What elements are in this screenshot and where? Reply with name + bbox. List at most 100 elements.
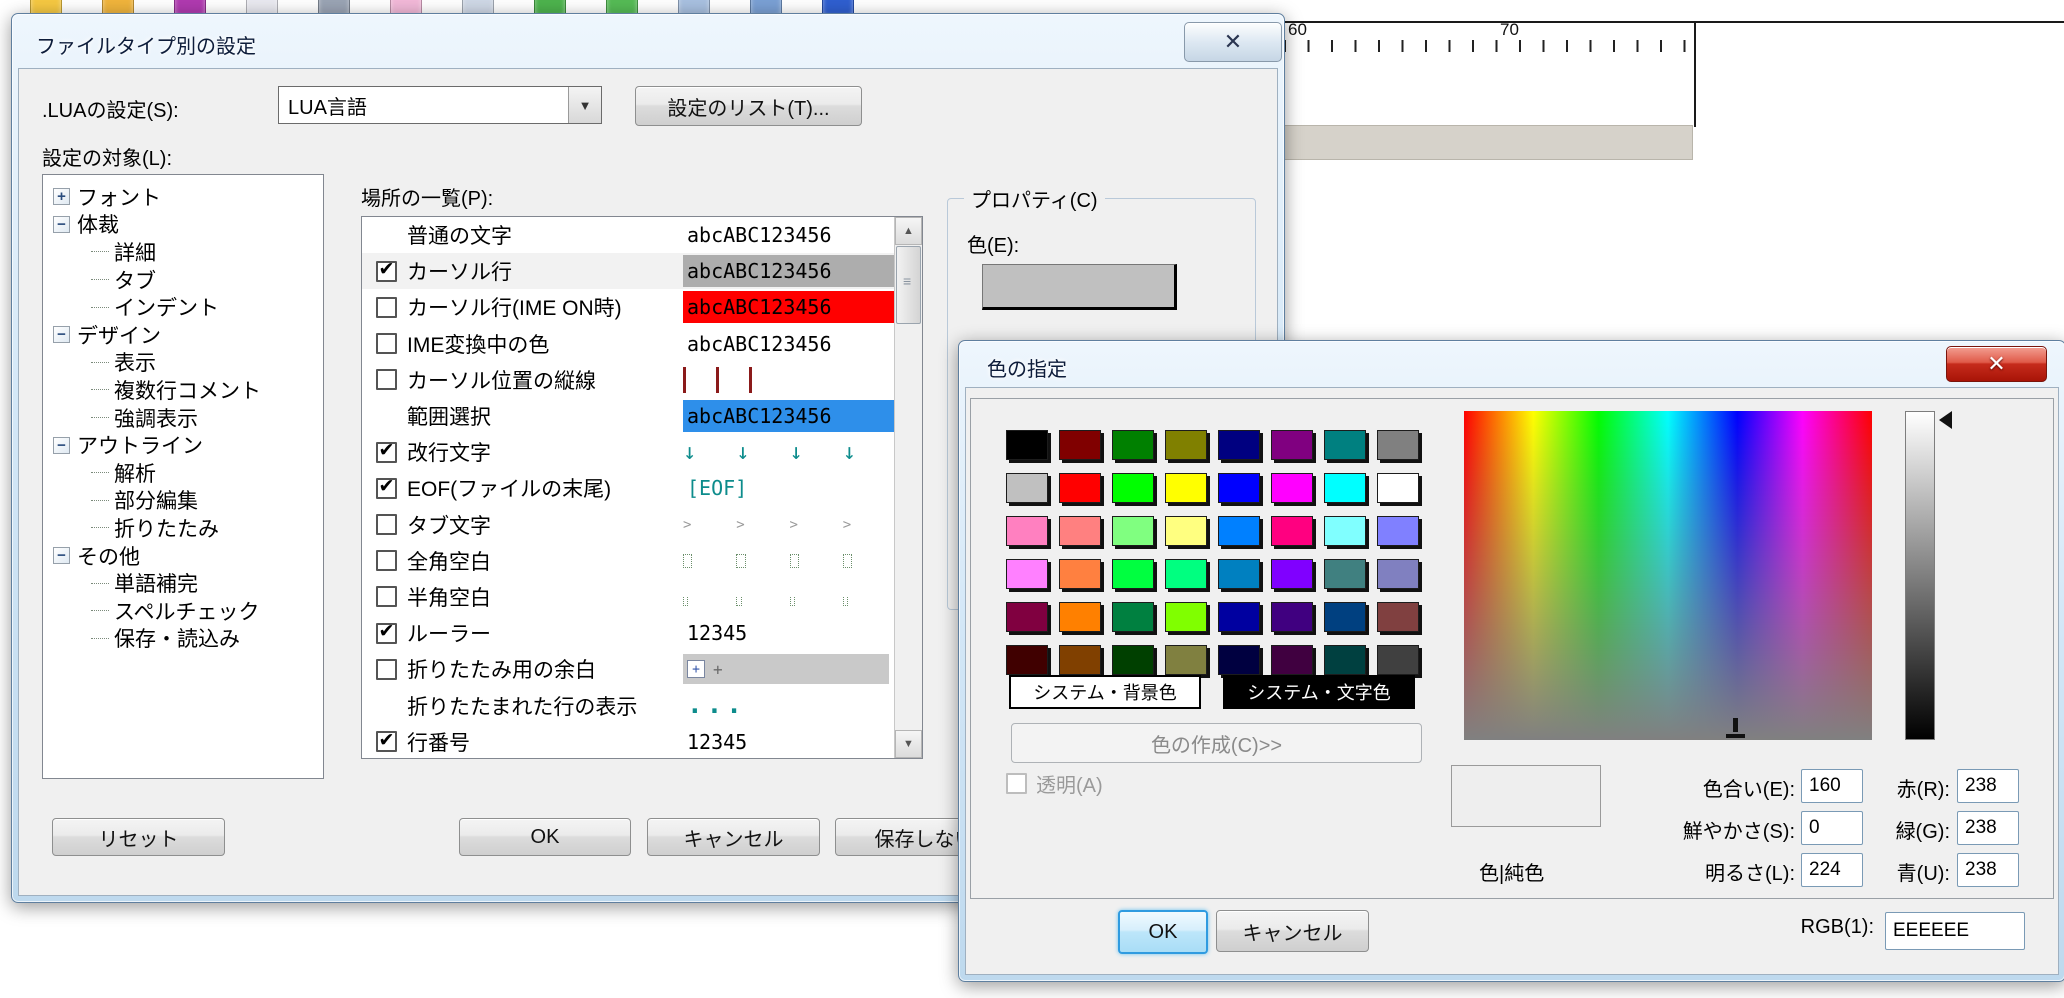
- color-swatch[interactable]: [1059, 430, 1101, 460]
- tree-item[interactable]: 折りたたみ: [43, 514, 323, 542]
- color-swatch[interactable]: [1006, 559, 1048, 589]
- color-swatch[interactable]: [1271, 473, 1313, 503]
- tree-item[interactable]: インデント: [43, 293, 323, 321]
- expand-plus-icon[interactable]: +: [53, 188, 70, 205]
- color-swatch[interactable]: [1377, 430, 1419, 460]
- color-swatch[interactable]: [1165, 516, 1207, 546]
- scrollbar-up-icon[interactable]: ▲: [895, 217, 922, 245]
- hsl-field-input[interactable]: 238: [1957, 769, 2019, 803]
- tree-item[interactable]: −デザイン: [43, 321, 323, 349]
- row-checkbox[interactable]: [376, 586, 397, 607]
- color-swatch[interactable]: [1006, 602, 1048, 632]
- color-swatch[interactable]: [1271, 559, 1313, 589]
- define-custom-color-button[interactable]: 色の作成(C)>>: [1011, 723, 1422, 763]
- row-checkbox[interactable]: [376, 369, 397, 390]
- list-row[interactable]: 半角空白: [362, 579, 922, 615]
- scrollbar[interactable]: ▲ ▼: [894, 217, 922, 758]
- color-swatch[interactable]: [1112, 559, 1154, 589]
- color-swatch[interactable]: [1165, 559, 1207, 589]
- row-checkbox[interactable]: [376, 333, 397, 354]
- reset-button[interactable]: リセット: [52, 818, 225, 856]
- color-swatch[interactable]: [1165, 473, 1207, 503]
- tree-item[interactable]: 解析: [43, 459, 323, 487]
- list-row[interactable]: ✔改行文字↓↓↓↓: [362, 434, 922, 470]
- color-swatch[interactable]: [1059, 602, 1101, 632]
- list-row[interactable]: ✔行番号12345: [362, 724, 922, 759]
- color-swatch[interactable]: [1165, 645, 1207, 675]
- row-checkbox[interactable]: ✔: [376, 261, 397, 282]
- list-row[interactable]: 全角空白: [362, 543, 922, 579]
- color-swatch[interactable]: [1218, 602, 1260, 632]
- color-swatch[interactable]: [1112, 645, 1154, 675]
- color-swatch[interactable]: [1377, 516, 1419, 546]
- tree-item[interactable]: −その他: [43, 542, 323, 570]
- color-swatch[interactable]: [1112, 602, 1154, 632]
- color-swatch[interactable]: [1112, 430, 1154, 460]
- tree-item[interactable]: 部分編集: [43, 487, 323, 515]
- list-row[interactable]: ✔カーソル行abcABC123456: [362, 253, 922, 289]
- list-row[interactable]: 折りたたみ用の余白++: [362, 651, 922, 687]
- hsl-field-input[interactable]: 238: [1957, 853, 2019, 887]
- collapse-minus-icon[interactable]: −: [53, 547, 70, 564]
- close-icon[interactable]: ✕: [1946, 346, 2047, 382]
- color-swatch[interactable]: [1271, 602, 1313, 632]
- row-checkbox[interactable]: [376, 297, 397, 318]
- rgb-hex-input[interactable]: EEEEEE: [1885, 912, 2025, 950]
- ok-button[interactable]: OK: [459, 818, 631, 856]
- row-checkbox[interactable]: [376, 659, 397, 680]
- row-checkbox[interactable]: ✔: [376, 442, 397, 463]
- color-swatch[interactable]: [1377, 602, 1419, 632]
- color-swatch[interactable]: [1271, 430, 1313, 460]
- row-checkbox[interactable]: ✔: [376, 623, 397, 644]
- list-row[interactable]: タブ文字>>>>: [362, 507, 922, 543]
- settings-list-button[interactable]: 設定のリスト(T)...: [635, 86, 862, 126]
- color-swatch[interactable]: [1324, 473, 1366, 503]
- luminance-slider-icon[interactable]: [1939, 411, 1952, 429]
- color-swatch[interactable]: [1218, 516, 1260, 546]
- collapse-minus-icon[interactable]: −: [53, 326, 70, 343]
- color-swatch[interactable]: [1324, 645, 1366, 675]
- color-swatch[interactable]: [1377, 559, 1419, 589]
- cancel-button[interactable]: キャンセル: [1216, 910, 1369, 952]
- tree-item[interactable]: 保存・読込み: [43, 625, 323, 653]
- chevron-down-icon[interactable]: ▼: [568, 87, 601, 123]
- tree-item[interactable]: スペルチェック: [43, 597, 323, 625]
- list-row[interactable]: ✔ルーラー12345: [362, 615, 922, 651]
- row-checkbox[interactable]: ✔: [376, 731, 397, 752]
- color-swatch[interactable]: [1218, 645, 1260, 675]
- list-row[interactable]: 範囲選択abcABC123456: [362, 398, 922, 434]
- filetype-combo[interactable]: LUA言語 ▼: [278, 86, 602, 124]
- close-icon[interactable]: ✕: [1184, 22, 1282, 62]
- color-swatch[interactable]: [1059, 516, 1101, 546]
- collapse-minus-icon[interactable]: −: [53, 216, 70, 233]
- color-swatch[interactable]: [1271, 516, 1313, 546]
- list-row[interactable]: 折りたたまれた行の表示...: [362, 687, 922, 723]
- row-checkbox[interactable]: [376, 550, 397, 571]
- tree-item[interactable]: 複数行コメント: [43, 376, 323, 404]
- color-swatch[interactable]: [1377, 473, 1419, 503]
- tree-item[interactable]: +フォント: [43, 183, 323, 211]
- color-swatch[interactable]: [1006, 645, 1048, 675]
- scrollbar-thumb[interactable]: [896, 246, 921, 324]
- list-row[interactable]: 普通の文字abcABC123456: [362, 217, 922, 253]
- color-swatch[interactable]: [1271, 645, 1313, 675]
- system-background-color-button[interactable]: システム・背景色: [1009, 675, 1201, 709]
- target-tree[interactable]: +フォント−体裁詳細タブインデント−デザイン表示複数行コメント強調表示−アウトラ…: [42, 174, 324, 779]
- row-checkbox[interactable]: [376, 514, 397, 535]
- color-swatch[interactable]: [1324, 430, 1366, 460]
- tree-item[interactable]: タブ: [43, 266, 323, 294]
- system-text-color-button[interactable]: システム・文字色: [1223, 675, 1415, 709]
- scrollbar-down-icon[interactable]: ▼: [895, 730, 922, 758]
- color-swatch[interactable]: [1112, 473, 1154, 503]
- list-row[interactable]: カーソル位置の縦線: [362, 362, 922, 398]
- color-swatch[interactable]: [1059, 473, 1101, 503]
- color-swatch[interactable]: [1006, 430, 1048, 460]
- ok-button[interactable]: OK: [1118, 910, 1208, 954]
- color-swatch[interactable]: [1218, 473, 1260, 503]
- row-checkbox[interactable]: ✔: [376, 478, 397, 499]
- places-list[interactable]: 普通の文字abcABC123456✔カーソル行abcABC123456カーソル行…: [361, 216, 923, 759]
- color-swatch[interactable]: [1324, 516, 1366, 546]
- color-swatch[interactable]: [1218, 430, 1260, 460]
- tree-item[interactable]: 詳細: [43, 238, 323, 266]
- tree-item[interactable]: 単語補完: [43, 569, 323, 597]
